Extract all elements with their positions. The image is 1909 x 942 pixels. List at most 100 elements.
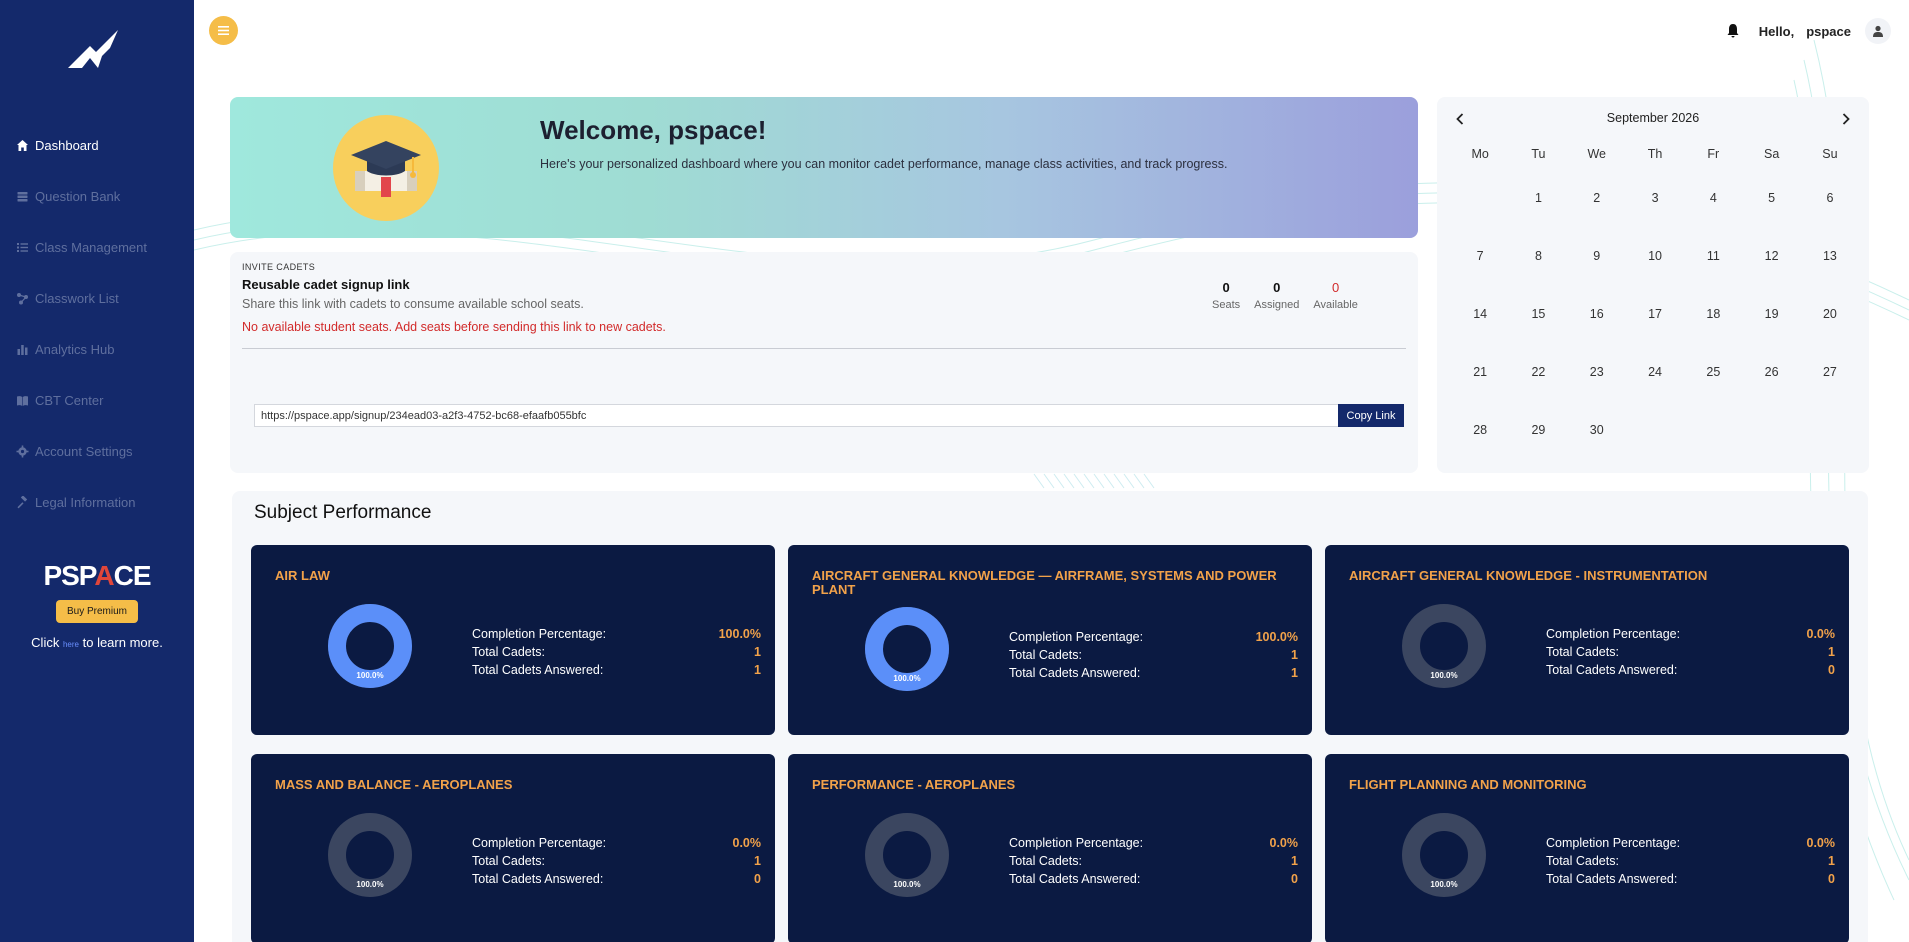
subject-card[interactable]: PERFORMANCE - AEROPLANES 100.0% Completion… — [788, 754, 1312, 942]
subject-card-title: AIRCRAFT GENERAL KNOWLEDGE — AIRFRAME, S… — [812, 568, 1277, 597]
calendar-widget: September 2026 Mo Tu We Th Fr Sa Su 1 2 3 4 5 6 7 8 9 10… — [1437, 97, 1869, 473]
subject-card[interactable]: FLIGHT PLANNING AND MONITORING 100.0% Comp… — [1325, 754, 1849, 942]
sidebar-item-analytics-hub[interactable]: Analytics Hub — [0, 324, 194, 375]
calendar-day[interactable]: 5 — [1742, 169, 1800, 227]
subject-performance-title: Subject Performance — [254, 502, 432, 523]
calendar-day[interactable]: 30 — [1568, 401, 1626, 459]
calendar-day[interactable]: 10 — [1626, 227, 1684, 285]
signup-link-input[interactable] — [254, 404, 1338, 427]
graduation-illustration — [333, 115, 439, 221]
calendar-day[interactable]: 11 — [1684, 227, 1742, 285]
calendar-day[interactable]: 15 — [1509, 285, 1567, 343]
sidebar-item-label: CBT Center — [35, 393, 104, 408]
gavel-icon — [16, 496, 29, 509]
calendar-day[interactable]: 3 — [1626, 169, 1684, 227]
subject-metrics: Completion Percentage: 0.0% Total Cadets: 1… — [1009, 836, 1298, 890]
calendar-day[interactable]: 9 — [1568, 227, 1626, 285]
metric-completion: Completion Percentage: 0.0% — [1009, 836, 1298, 850]
calendar-weekday: Fr — [1707, 147, 1720, 161]
calendar-day[interactable]: 8 — [1509, 227, 1567, 285]
signup-link-row: Copy Link — [254, 404, 1404, 427]
calendar-day[interactable]: 18 — [1684, 285, 1742, 343]
bell-icon[interactable] — [1725, 23, 1741, 39]
calendar-month-title: September 2026 — [1606, 111, 1700, 125]
calendar-day[interactable]: 17 — [1626, 285, 1684, 343]
calendar-day[interactable]: 20 — [1801, 285, 1859, 343]
subject-card[interactable]: AIRCRAFT GENERAL KNOWLEDGE - INSTRUMENTA… — [1325, 545, 1849, 735]
calendar-day[interactable]: 1 — [1509, 169, 1567, 227]
calendar-day[interactable]: 16 — [1568, 285, 1626, 343]
sidebar-item-class-management[interactable]: Class Management — [0, 222, 194, 273]
calendar-next-button[interactable] — [1836, 109, 1856, 129]
calendar-day[interactable]: 4 — [1684, 169, 1742, 227]
subject-card-title: MASS AND BALANCE - AEROPLANES — [275, 777, 513, 792]
calendar-day[interactable]: 22 — [1509, 343, 1567, 401]
learn-more-text: Click here to learn more. — [31, 635, 163, 650]
sidebar-item-cbt-center[interactable]: CBT Center — [0, 375, 194, 426]
metric-total-cadets: Total Cadets: 1 — [472, 645, 761, 659]
calendar-header: September 2026 — [1437, 109, 1869, 129]
sidebar-item-label: Dashboard — [35, 138, 99, 153]
sidebar-item-label: Classwork List — [35, 291, 119, 306]
subject-card[interactable]: MASS AND BALANCE - AEROPLANES 100.0% Compl… — [251, 754, 775, 942]
list-icon — [16, 241, 29, 254]
calendar-day[interactable]: 2 — [1568, 169, 1626, 227]
calendar-day[interactable]: 23 — [1568, 343, 1626, 401]
buy-premium-button[interactable]: Buy Premium — [55, 600, 138, 623]
copy-link-button[interactable]: Copy Link — [1338, 404, 1404, 427]
calendar-day[interactable]: 7 — [1451, 227, 1509, 285]
user-avatar[interactable] — [1865, 18, 1891, 44]
welcome-title: Welcome, pspace! — [540, 115, 767, 145]
calendar-weekday: We — [1587, 147, 1606, 161]
metric-cadets-answered: Total Cadets Answered: 1 — [472, 663, 761, 677]
calendar-day[interactable]: 25 — [1684, 343, 1742, 401]
subject-card[interactable]: AIRCRAFT GENERAL KNOWLEDGE — AIRFRAME, S… — [788, 545, 1312, 735]
subject-card-title: FLIGHT PLANNING AND MONITORING — [1349, 777, 1587, 792]
learn-more-link[interactable]: here — [63, 640, 79, 649]
header-user-area: Hello, pspace — [1725, 18, 1891, 44]
home-icon — [16, 139, 29, 152]
sidebar-item-question-bank[interactable]: Question Bank — [0, 171, 194, 222]
graduation-cap-icon — [351, 141, 421, 197]
sidebar-item-legal-information[interactable]: Legal Information — [0, 477, 194, 528]
calendar-day[interactable]: 29 — [1509, 401, 1567, 459]
invite-divider — [242, 348, 1406, 349]
chevron-right-icon — [1842, 113, 1850, 125]
calendar-day[interactable]: 14 — [1451, 285, 1509, 343]
calendar-day[interactable]: 19 — [1742, 285, 1800, 343]
subject-card-title: AIR LAW — [275, 568, 330, 583]
calendar-day[interactable]: 13 — [1801, 227, 1859, 285]
menu-toggle-button[interactable] — [209, 16, 238, 45]
invite-subtitle: Share this link with cadets to consume a… — [242, 297, 584, 311]
metric-cadets-answered: Total Cadets Answered: 0 — [1546, 872, 1835, 886]
metric-completion: Completion Percentage: 0.0% — [1546, 836, 1835, 850]
username-text: pspace — [1806, 23, 1851, 39]
subject-card[interactable]: AIR LAW 100.0% Completion Percentage: 100.0… — [251, 545, 775, 735]
donut-label: 100.0% — [893, 880, 921, 889]
metric-total-cadets: Total Cadets: 1 — [1009, 648, 1298, 662]
calendar-weekday: Su — [1822, 147, 1838, 161]
donut-label: 100.0% — [356, 880, 384, 889]
invite-warning: No available student seats. Add seats be… — [242, 320, 666, 334]
subject-cards: AIR LAW 100.0% Completion Percentage: 100.0… — [251, 545, 1849, 942]
metric-completion: Completion Percentage: 100.0% — [472, 627, 761, 641]
seat-stats: 0 Seats 0 Assigned 0 Available — [1212, 280, 1372, 311]
calendar-day[interactable]: 27 — [1801, 343, 1859, 401]
sidebar-item-label: Legal Information — [35, 495, 136, 510]
stat-available: 0 Available — [1313, 280, 1358, 311]
sidebar-item-classwork-list[interactable]: Classwork List — [0, 273, 194, 324]
calendar-weekday: Tu — [1531, 147, 1546, 161]
donut-label: 100.0% — [893, 674, 921, 683]
calendar-day[interactable]: 6 — [1801, 169, 1859, 227]
calendar-day[interactable]: 21 — [1451, 343, 1509, 401]
sidebar-item-dashboard[interactable]: Dashboard — [0, 120, 194, 171]
subject-metrics: Completion Percentage: 0.0% Total Cadets: 1… — [1546, 627, 1835, 681]
calendar-day[interactable]: 12 — [1742, 227, 1800, 285]
calendar-day[interactable]: 26 — [1742, 343, 1800, 401]
sidebar-item-account-settings[interactable]: Account Settings — [0, 426, 194, 477]
calendar-day[interactable]: 28 — [1451, 401, 1509, 459]
app-logo-icon[interactable] — [60, 28, 130, 72]
calendar-day[interactable]: 24 — [1626, 343, 1684, 401]
database-icon — [16, 190, 29, 203]
bar-chart-icon — [16, 343, 29, 356]
